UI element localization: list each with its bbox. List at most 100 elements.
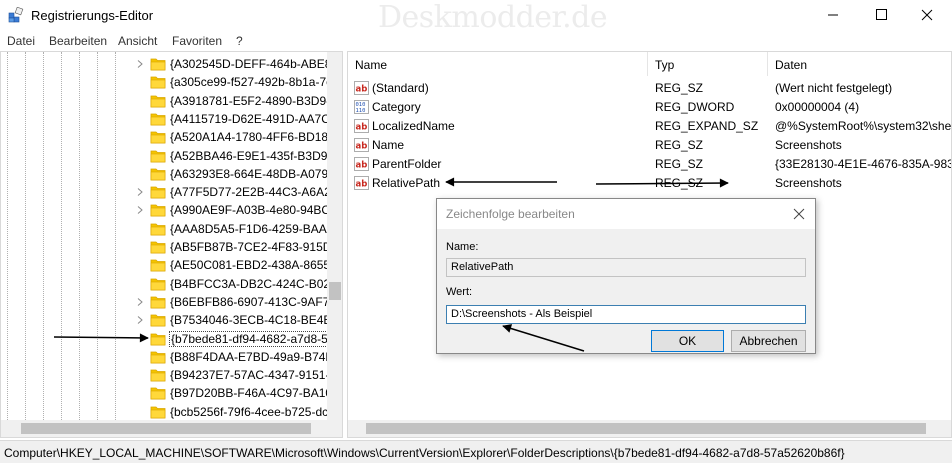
- value-type: REG_EXPAND_SZ: [655, 119, 759, 133]
- svg-text:ab: ab: [356, 142, 368, 152]
- column-header-type[interactable]: Typ: [648, 52, 768, 76]
- tree-horizontal-scroll-thumb[interactable]: [21, 423, 311, 434]
- tree-guide-line: [25, 52, 26, 420]
- tree-item[interactable]: {B6EBFB86-6907-413C-9AF7-4: [135, 293, 327, 312]
- tree-item-label: {A77F5D77-2E2B-44C3-A6A2-: [170, 185, 327, 200]
- tree-item-selected[interactable]: {b7bede81-df94-4682-a7d8-57: [135, 330, 327, 349]
- tree-item[interactable]: {A77F5D77-2E2B-44C3-A6A2-: [135, 183, 327, 202]
- tree-item[interactable]: {A52BBA46-E9E1-435f-B3D9-2: [135, 147, 327, 166]
- tree-item-label: {AAA8D5A5-F1D6-4259-BAA8: [170, 221, 327, 236]
- menu-datei[interactable]: Datei: [7, 34, 35, 48]
- tree-item-label: {A52BBA46-E9E1-435f-B3D9-2: [170, 148, 327, 163]
- expand-chevron-icon[interactable]: [135, 205, 145, 215]
- tree-item[interactable]: {A990AE9F-A03B-4e80-94BC-: [135, 201, 327, 220]
- tree-item[interactable]: {B94237E7-57AC-4347-9151-B: [135, 366, 327, 385]
- tree-horizontal-scrollbar[interactable]: [1, 420, 342, 437]
- value-data: 0x00000004 (4): [775, 100, 860, 114]
- value-data: (Wert nicht festgelegt): [775, 81, 893, 95]
- tree-item[interactable]: {B7534046-3ECB-4C18-BE4E-6: [135, 311, 327, 330]
- registry-tree[interactable]: {A302545D-DEFF-464b-ABE8- {a305ce99-f527-…: [0, 51, 343, 438]
- menu-ansicht[interactable]: Ansicht: [118, 34, 157, 48]
- value-data: Screenshots: [775, 176, 842, 190]
- tree-item[interactable]: {A302545D-DEFF-464b-ABE8-: [135, 55, 327, 74]
- value-row[interactable]: ab ParentFolder REG_SZ {33E28130-4E1E-4676-…: [348, 155, 951, 174]
- tree-item[interactable]: {AB5FB87B-7CE2-4F83-915D-5: [135, 238, 327, 257]
- expand-chevron-icon[interactable]: [135, 59, 145, 69]
- status-bar: Computer\HKEY_LOCAL_MACHINE\SOFTWARE\Mic…: [0, 440, 952, 463]
- folder-icon: [150, 406, 166, 419]
- value-name: Name: [372, 138, 405, 152]
- string-value-icon: ab: [354, 119, 369, 133]
- list-horizontal-scroll-thumb[interactable]: [366, 423, 926, 434]
- value-data: @%SystemRoot%\system32\shel: [775, 119, 952, 133]
- expand-chevron-icon[interactable]: [135, 315, 145, 325]
- tree-item-label: {A63293E8-664E-48DB-A079-D: [170, 166, 327, 181]
- value-type: REG_SZ: [655, 81, 704, 95]
- close-button[interactable]: [904, 0, 950, 30]
- registry-path: Computer\HKEY_LOCAL_MACHINE\SOFTWARE\Mic…: [4, 446, 845, 460]
- value-row[interactable]: ab LocalizedName REG_EXPAND_SZ @%SystemRoot…: [348, 117, 952, 136]
- tree-vertical-scroll-thumb[interactable]: [329, 282, 341, 300]
- tree-item[interactable]: {B4BFCC3A-DB2C-424C-B029: [135, 275, 327, 294]
- menu-bearbeiten[interactable]: Bearbeiten: [49, 34, 107, 48]
- value-input[interactable]: D:\Screenshots - Als Beispiel: [446, 305, 806, 324]
- maximize-button[interactable]: [858, 0, 904, 30]
- minimize-button[interactable]: [810, 0, 856, 30]
- tree-item[interactable]: {A4115719-D62E-491D-AA7C-: [135, 110, 327, 129]
- folder-icon: [150, 369, 166, 382]
- expand-chevron-icon[interactable]: [135, 187, 145, 197]
- menu-help[interactable]: ?: [236, 34, 243, 48]
- dialog-close-icon[interactable]: [789, 204, 809, 224]
- tree-item-label: {B4BFCC3A-DB2C-424C-B029: [170, 276, 327, 291]
- svg-text:ab: ab: [356, 123, 368, 133]
- column-header-data[interactable]: Daten: [768, 52, 951, 76]
- list-horizontal-scrollbar[interactable]: [348, 420, 951, 437]
- value-name: RelativePath: [372, 176, 441, 190]
- folder-icon: [150, 58, 166, 71]
- value-row[interactable]: ab RelativePath REG_SZ Screenshots: [348, 174, 951, 193]
- tree-item[interactable]: {bcb5256f-79f6-4cee-b725-dc: [135, 403, 327, 422]
- tree-vertical-scrollbar[interactable]: [327, 52, 342, 420]
- ok-button[interactable]: OK: [651, 330, 724, 352]
- value-row[interactable]: ab Name REG_SZ Screenshots: [348, 136, 951, 155]
- window-title: Registrierungs-Editor: [31, 8, 154, 23]
- tree-item[interactable]: {AAA8D5A5-F1D6-4259-BAA8: [135, 220, 327, 239]
- tree-guide-line: [97, 52, 98, 420]
- tree-item-label: {B97D20BB-F46A-4C97-BA10-: [170, 386, 327, 401]
- value-data: Screenshots: [775, 138, 842, 152]
- folder-icon: [150, 241, 166, 254]
- tree-item[interactable]: {a305ce99-f527-492b-8b1a-7e: [135, 73, 327, 92]
- value-name: ParentFolder: [372, 157, 442, 171]
- tree-item[interactable]: {AE50C081-EBD2-438A-8655-8: [135, 256, 327, 275]
- tree-item-label: {bcb5256f-79f6-4cee-b725-dc: [170, 404, 327, 419]
- tree-item[interactable]: {A63293E8-664E-48DB-A079-D: [135, 165, 327, 184]
- tree-item[interactable]: {A520A1A4-1780-4FF6-BD18-: [135, 128, 327, 147]
- folder-icon: [150, 259, 166, 272]
- string-value-icon: ab: [354, 138, 369, 152]
- folder-icon: [150, 387, 166, 400]
- tree-item[interactable]: {A3918781-E5F2-4890-B3D9-A: [135, 92, 327, 111]
- string-value-icon: ab: [354, 81, 369, 95]
- value-name: (Standard): [372, 81, 429, 95]
- value-row[interactable]: ab (Standard) REG_SZ (Wert nicht festgelegt…: [348, 79, 951, 98]
- value-name: LocalizedName: [372, 119, 455, 133]
- dialog-title: Zeichenfolge bearbeiten: [446, 207, 575, 221]
- dialog-title-bar[interactable]: Zeichenfolge bearbeiten: [437, 199, 815, 229]
- tree-guide-line: [43, 52, 44, 420]
- expand-chevron-icon[interactable]: [135, 297, 145, 307]
- menu-favoriten[interactable]: Favoriten: [172, 34, 222, 48]
- tree-item[interactable]: {B88F4DAA-E7BD-49a9-B74D-: [135, 348, 327, 367]
- registry-editor-icon: [8, 7, 24, 23]
- column-header-name[interactable]: Name: [348, 52, 648, 76]
- tree-item-label: {b7bede81-df94-4682-a7d8-57: [168, 330, 327, 347]
- menu-bar: Datei Bearbeiten Ansicht Favoriten ?: [0, 31, 952, 50]
- cancel-button[interactable]: Abbrechen: [731, 330, 806, 352]
- tree-item-label: {B94237E7-57AC-4347-9151-B: [170, 368, 327, 383]
- tree-item-label: {A4115719-D62E-491D-AA7C-: [170, 111, 327, 126]
- value-row[interactable]: 010 110 Category REG_DWORD 0x00000004 (4): [348, 98, 951, 117]
- title-bar[interactable]: Registrierungs-Editor Deskmodder.de: [0, 0, 952, 35]
- tree-item[interactable]: {B97D20BB-F46A-4C97-BA10-: [135, 384, 327, 403]
- string-value-icon: ab: [354, 157, 369, 171]
- value-type: REG_SZ: [655, 176, 704, 190]
- svg-text:ab: ab: [356, 161, 368, 171]
